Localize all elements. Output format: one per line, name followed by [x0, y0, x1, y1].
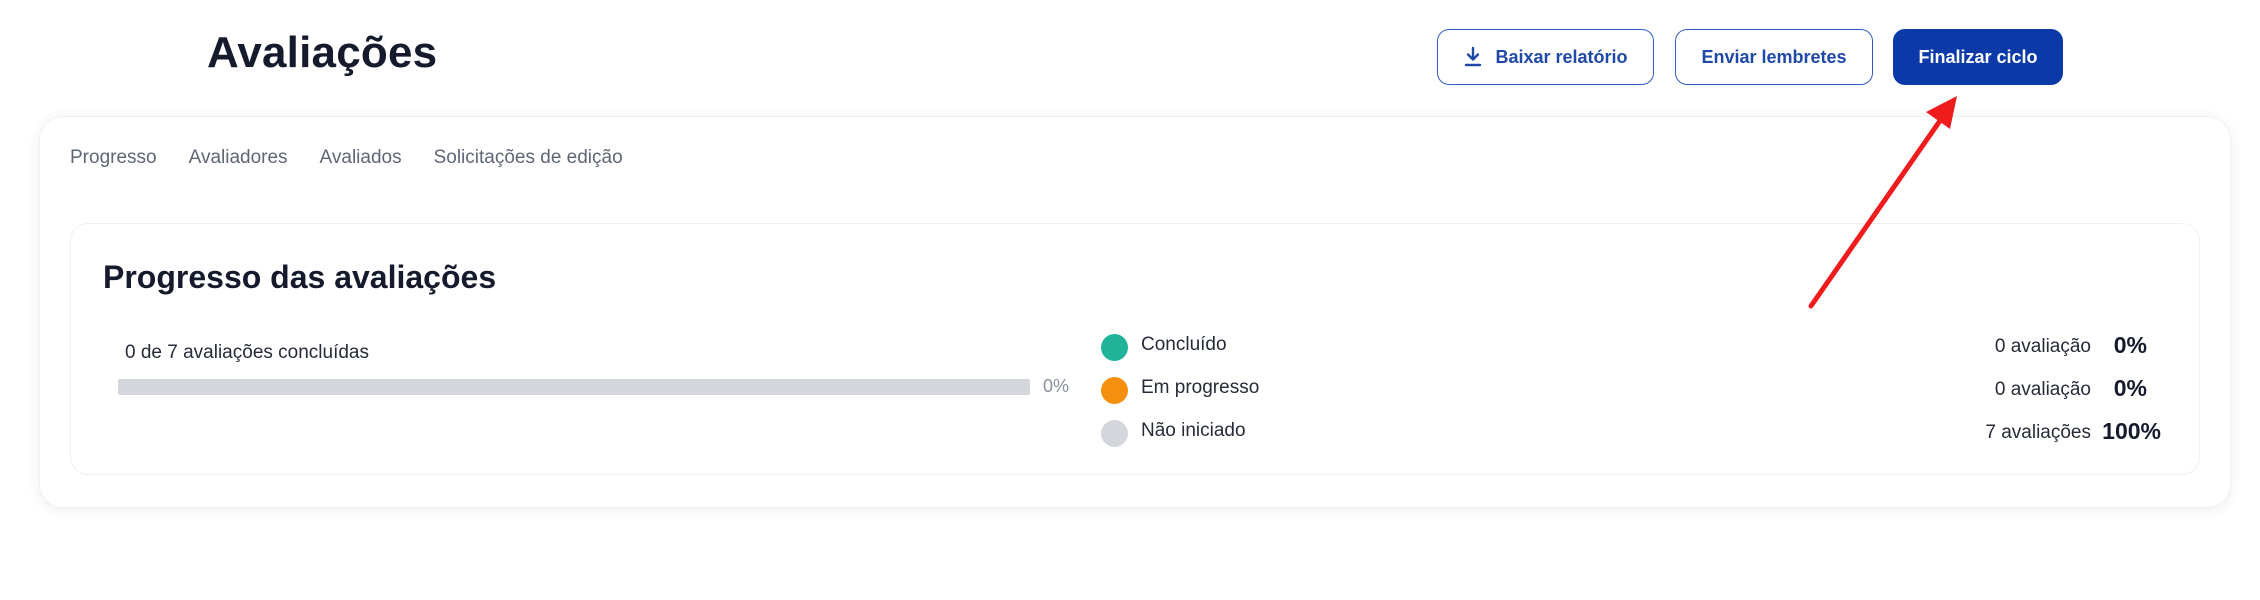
- legend-row-concluido: Concluído 0 avaliação 0%: [1101, 328, 2161, 371]
- finalize-cycle-button[interactable]: Finalizar ciclo: [1893, 29, 2063, 85]
- evaluations-card: Progresso Avaliadores Avaliados Solicita…: [39, 116, 2231, 508]
- legend-percent: 0%: [2113, 332, 2147, 358]
- send-reminders-label: Enviar lembretes: [1701, 46, 1847, 67]
- progress-title: Progresso das avaliações: [103, 259, 497, 295]
- legend-label: Não iniciado: [1141, 420, 1246, 441]
- legend-percent: 100%: [2102, 418, 2161, 444]
- download-icon: [1465, 46, 1482, 67]
- header-actions: Baixar relatório Enviar lembretes Finali…: [0, 29, 2260, 85]
- send-reminders-button[interactable]: Enviar lembretes: [1675, 29, 1873, 85]
- tab-solicitacoes-edicao[interactable]: Solicitações de edição: [434, 147, 623, 169]
- progress-bar: [118, 379, 1030, 395]
- download-report-label: Baixar relatório: [1495, 46, 1628, 67]
- status-dot-nao-iniciado: [1101, 420, 1128, 447]
- legend-label: Concluído: [1141, 334, 1227, 355]
- status-dot-concluido: [1101, 334, 1128, 361]
- status-dot-em-progresso: [1101, 377, 1128, 404]
- legend-row-nao-iniciado: Não iniciado 7 avaliações 100%: [1101, 414, 2161, 457]
- legend-percent: 0%: [2113, 375, 2147, 401]
- download-report-button[interactable]: Baixar relatório: [1437, 29, 1654, 85]
- legend-row-em-progresso: Em progresso 0 avaliação 0%: [1101, 371, 2161, 414]
- tab-avaliados[interactable]: Avaliados: [320, 147, 402, 169]
- legend-count: 7 avaliações: [1985, 422, 2091, 443]
- legend-count: 0 avaliação: [1994, 379, 2091, 400]
- tab-bar: Progresso Avaliadores Avaliados Solicita…: [70, 147, 623, 169]
- tab-avaliadores[interactable]: Avaliadores: [189, 147, 288, 169]
- progress-panel: Progresso das avaliações 0 de 7 avaliaçõ…: [70, 223, 2200, 475]
- legend-count: 0 avaliação: [1994, 336, 2091, 357]
- completion-summary: 0 de 7 avaliações concluídas: [125, 342, 369, 363]
- legend-label: Em progresso: [1141, 377, 1260, 398]
- progress-percent: 0%: [1043, 376, 1070, 396]
- finalize-cycle-label: Finalizar ciclo: [1918, 46, 2038, 67]
- page: Avaliações Baixar relatório Enviar lembr…: [0, 0, 2260, 600]
- tab-progresso[interactable]: Progresso: [70, 147, 157, 169]
- status-legend: Concluído 0 avaliação 0% Em progresso 0 …: [1101, 328, 2161, 457]
